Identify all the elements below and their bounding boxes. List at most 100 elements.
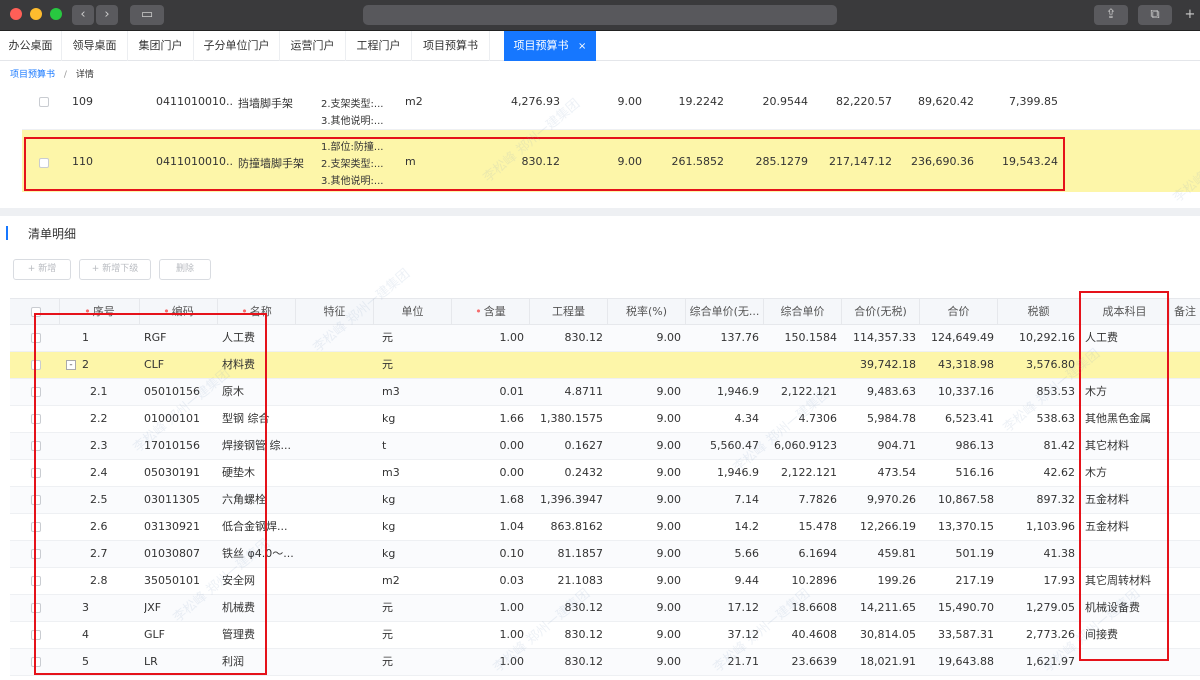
row-feature-line: 1.部位:防撞... [321,142,384,153]
back-icon[interactable]: ‹ [72,5,94,25]
row-code: JXF [144,601,162,614]
header-label: 序号 [92,305,115,318]
row-quantity: 0.2432 [564,466,604,479]
tab-project-budget[interactable]: 项目预算书 [412,31,490,61]
tab-close-icon[interactable]: × [578,41,586,52]
row-content: 0.01 [499,385,525,398]
collapse-toggle-icon[interactable]: - [66,360,76,370]
new-tab-icon[interactable]: + [1180,5,1200,25]
sidebar-toggle-icon[interactable]: ▭ [130,5,164,25]
tab-leader-desktop[interactable]: 领导桌面 [62,31,128,61]
row-number: 3 [82,601,89,614]
row-tax-amount: 10,292.16 [1019,331,1075,344]
row-tax-rate: 9.00 [656,385,682,398]
minimize-window-button[interactable] [30,8,42,20]
forward-icon[interactable]: › [96,5,118,25]
row-quantity: 4.8711 [564,385,604,398]
row-total-ex-tax: 904.71 [877,439,917,452]
row-checkbox[interactable] [31,522,41,532]
table-row[interactable]: 2.4 05030191 硬垫木 m3 0.00 0.2432 9.00 1,946.9 2,1… [10,460,1200,487]
tab-subunit-portal[interactable]: 子分单位门户 [194,31,280,61]
tab-group-portal[interactable]: 集团门户 [128,31,194,61]
row-checkbox[interactable] [31,549,41,559]
row-checkbox[interactable] [31,414,41,424]
tab-project-budget-active[interactable]: 项目预算书 × [504,31,596,61]
row-checkbox[interactable] [31,360,41,370]
row-quantity: 830.12 [564,601,604,614]
row-unit: m2 [382,574,400,587]
header-label: 名称 [249,305,272,318]
tab-office-desktop[interactable]: 办公桌面 [0,31,62,61]
row-content [460,352,524,379]
address-bar[interactable] [363,5,837,25]
row-content: 1.68 [499,493,525,506]
row-quantity: 1,396.3947 [540,493,603,506]
row-checkbox[interactable] [31,630,41,640]
add-child-button[interactable]: + 新增下级 [79,259,151,280]
row-total: 19,643.88 [938,655,994,668]
row-unit-price-ex-tax: 9.44 [734,574,760,587]
row-checkbox[interactable] [39,158,49,168]
row-unit-price-ex-tax: 21.71 [727,655,760,668]
row-code: 01000101 [144,412,200,425]
row-unit-price-ex-tax: 37.12 [727,628,760,641]
table-row[interactable]: 1 RGF 人工费 元 1.00 830.12 9.00 137.76 150.1584 114,… [10,325,1200,352]
row-unit: t [382,439,387,452]
row-total: 15,490.70 [938,601,994,614]
row-total: 10,867.58 [938,493,994,506]
close-window-button[interactable] [10,8,22,20]
table-row[interactable]: 5 LR 利润 元 1.00 830.12 9.00 21.71 23.6639 18,021.9… [10,649,1200,676]
row-checkbox[interactable] [39,97,49,107]
row-name: 焊接钢管 综... [222,439,291,452]
table-row[interactable]: 2.1 05010156 原木 m3 0.01 4.8711 9.00 1,946.9 2,12… [10,379,1200,406]
tab-ops-portal[interactable]: 运营门户 [280,31,346,61]
tab-overview-icon[interactable]: ⧉ [1138,5,1172,25]
row-unit-price [764,352,837,379]
row-name: 六角螺栓 [222,493,266,506]
row-checkbox[interactable] [31,576,41,586]
row-unit-price: 6.1694 [798,547,838,560]
table-row-highlighted[interactable]: 2 CLF 材料费 元 39,742.18 43,318.98 3,576.80 - [10,352,1200,379]
row-checkbox[interactable] [31,495,41,505]
required-marker: • [163,305,170,318]
row-unit: 元 [382,628,393,641]
maximize-window-button[interactable] [50,8,62,20]
row-checkbox[interactable] [31,603,41,613]
table-row[interactable]: 2.6 03130921 低合金钢焊... kg 1.04 863.8162 9.00 14.… [10,514,1200,541]
delete-button[interactable]: 删除 [159,259,211,280]
row-number: 2.5 [90,493,108,506]
row-checkbox[interactable] [31,468,41,478]
row-unit-price-ex-tax: 7.14 [734,493,760,506]
table-row-highlighted[interactable]: 110 0411010010... 防撞墙脚手架 1.部位:防撞... 2.支架… [22,130,1200,192]
table-row[interactable]: 2.7 01030807 铁丝 φ4.0～... kg 0.10 81.1857 9.00 5… [10,541,1200,568]
add-button[interactable]: + 新增 [13,259,71,280]
required-marker: • [241,305,248,318]
share-icon[interactable]: ⇪ [1094,5,1128,25]
row-number: 5 [82,655,89,668]
table-row[interactable]: 2.2 01000101 型钢 综合 kg 1.66 1,380.1575 9.00 4.34… [10,406,1200,433]
table-row[interactable]: 4 GLF 管理费 元 1.00 830.12 9.00 37.12 40.4608 30,814… [10,622,1200,649]
header-tax-rate: 税率(%) [608,299,686,325]
row-unit-price: 10.2896 [791,574,838,587]
row-total-ex-tax: 82,220.57 [836,95,892,108]
table-row[interactable]: 2.3 17010156 焊接钢管 综... t 0.00 0.1627 9.00 5,560… [10,433,1200,460]
table-row[interactable]: 3 JXF 机械费 元 1.00 830.12 9.00 17.12 18.6608 14,211… [10,595,1200,622]
row-checkbox[interactable] [31,657,41,667]
row-quantity: 4,276.93 [511,95,560,108]
header-unit-price-ex-tax: 综合单价(无... [686,299,764,325]
row-unit: kg [382,547,396,560]
select-all-checkbox[interactable] [31,307,41,317]
tab-engineering-portal[interactable]: 工程门户 [346,31,412,61]
row-total-ex-tax: 30,814.05 [860,628,916,641]
row-checkbox[interactable] [31,333,41,343]
table-row[interactable]: 2.5 03011305 六角螺栓 kg 1.68 1,396.3947 9.00 7.14 7… [10,487,1200,514]
breadcrumb-link[interactable]: 项目预算书 [10,70,55,80]
header-select-all[interactable] [10,299,60,325]
row-checkbox[interactable] [31,441,41,451]
table-row[interactable]: 2.8 35050101 安全网 m2 0.03 21.1083 9.00 9.44 10.28… [10,568,1200,595]
table-row[interactable]: 109 0411010010... 挡墙脚手架 2.支架类型:... 3.其他说… [22,90,1200,130]
breadcrumb: 项目预算书 / 详情 [10,67,94,83]
row-code: GLF [144,628,165,641]
row-tax-rate: 9.00 [656,466,682,479]
row-checkbox[interactable] [31,387,41,397]
